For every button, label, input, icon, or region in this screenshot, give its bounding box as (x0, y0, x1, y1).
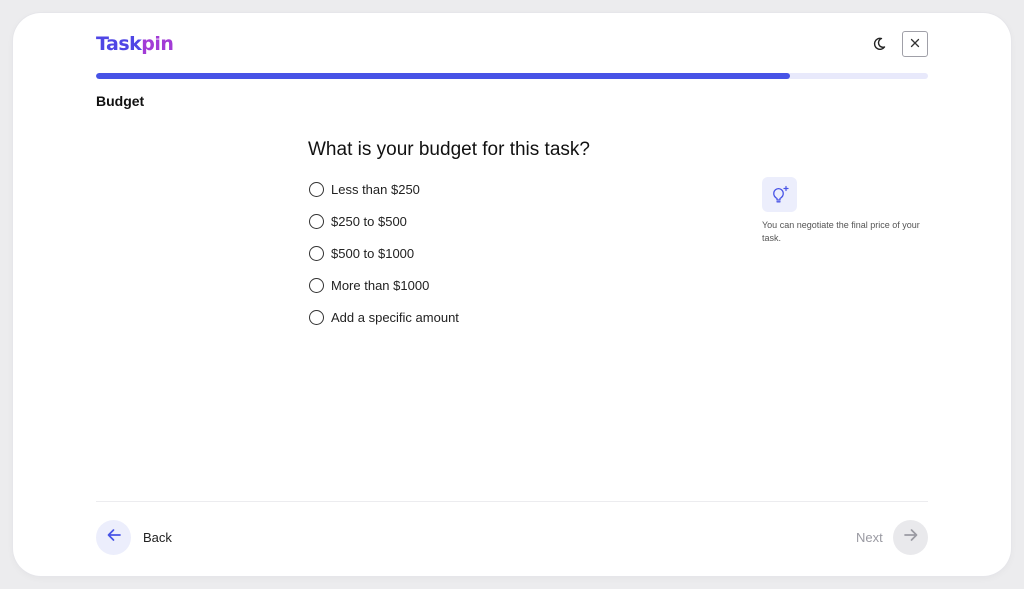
option-250-to-500[interactable]: $250 to $500 (309, 205, 459, 237)
lightbulb-sparkle-icon (762, 177, 797, 212)
wizard-card: Taskpin Budget What is your budget for t… (13, 13, 1011, 576)
radio-button[interactable] (309, 181, 324, 197)
close-icon (910, 35, 920, 53)
radio-button[interactable] (309, 277, 324, 293)
option-label: $500 to $1000 (331, 245, 415, 261)
moon-icon (872, 37, 886, 56)
option-label: $250 to $500 (331, 213, 407, 229)
next-button[interactable] (893, 520, 928, 555)
tip-text: You can negotiate the final price of you… (762, 220, 920, 243)
question-title: What is your budget for this task? (308, 139, 590, 160)
step-title: Budget (96, 93, 145, 109)
theme-toggle-button[interactable] (868, 35, 890, 57)
option-less-than-250[interactable]: Less than $250 (309, 173, 459, 205)
logo-part-task: Task (96, 33, 142, 55)
tip-panel: You can negotiate the final price of you… (762, 177, 938, 245)
logo-part-pin: pin (141, 33, 174, 55)
option-label: More than $1000 (331, 277, 430, 293)
next-label[interactable]: Next (856, 530, 883, 545)
footer-divider (96, 501, 928, 502)
radio-button[interactable] (309, 213, 324, 229)
back-label[interactable]: Back (143, 530, 172, 545)
arrow-left-icon (105, 526, 123, 549)
arrow-right-icon (902, 526, 920, 549)
option-label: Add a specific amount (331, 309, 459, 325)
option-label: Less than $250 (331, 181, 420, 197)
radio-button[interactable] (309, 309, 324, 325)
option-specific-amount[interactable]: Add a specific amount (309, 301, 459, 333)
option-more-than-1000[interactable]: More than $1000 (309, 269, 459, 301)
radio-button[interactable] (309, 245, 324, 261)
back-button[interactable] (96, 520, 131, 555)
budget-options: Less than $250 $250 to $500 $500 to $100… (309, 173, 459, 333)
progress-bar-fill (96, 73, 790, 79)
taskpin-logo[interactable]: Taskpin (96, 33, 174, 55)
close-button[interactable] (902, 31, 928, 57)
progress-bar (96, 73, 928, 79)
option-500-to-1000[interactable]: $500 to $1000 (309, 237, 459, 269)
